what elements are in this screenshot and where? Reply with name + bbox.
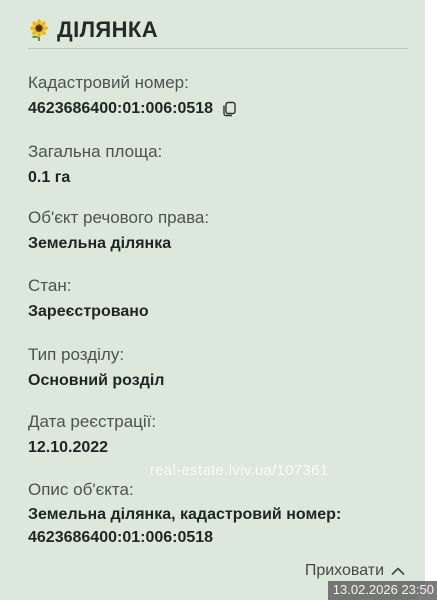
- hide-button-label: Приховати: [304, 562, 384, 579]
- cadastral-number-value: 4623686400:01:006:0518: [28, 100, 214, 117]
- field-value: Зареєстровано: [28, 303, 149, 320]
- timestamp: 13.02.2026 23:50: [327, 581, 437, 600]
- field-label: Тип розділу:: [28, 345, 125, 364]
- field-label: Опис об'єкта:: [28, 480, 134, 499]
- field-section-type: Тип розділу: Основний розділ: [28, 345, 408, 391]
- field-cadastral-number: Кадастровий номер: 4623686400:01:006:051…: [28, 73, 408, 119]
- field-value: 12.10.2022: [28, 439, 109, 456]
- field-total-area: Загальна площа: 0.1 га: [28, 142, 408, 188]
- field-object-description: Опис об'єкта: Земельна ділянка, кадастро…: [28, 480, 408, 549]
- chevron-up-icon: [391, 567, 405, 575]
- field-label: Кадастровий номер:: [28, 73, 189, 92]
- field-value: Основний розділ: [28, 372, 165, 389]
- field-label: Стан:: [28, 276, 72, 295]
- field-property-object: Об'єкт речового права: Земельна ділянка: [28, 208, 408, 254]
- field-value: 4623686400:01:006:0518: [28, 99, 408, 119]
- field-label: Загальна площа:: [28, 142, 163, 161]
- sunflower-icon: [30, 19, 48, 41]
- section-header: ДІЛЯНКА: [28, 14, 158, 46]
- field-status: Стан: Зареєстровано: [28, 276, 408, 322]
- parcel-card: ДІЛЯНКА Кадастровий номер: 4623686400:01…: [0, 0, 425, 600]
- header-divider: [28, 48, 408, 49]
- watermark: real-estate.lviv.ua/107361: [150, 462, 329, 479]
- field-label: Дата реєстрації:: [28, 412, 157, 431]
- hide-button[interactable]: Приховати: [305, 560, 405, 582]
- field-label: Об'єкт речового права:: [28, 208, 210, 227]
- copy-icon[interactable]: [221, 101, 237, 117]
- description-line: 4623686400:01:006:0518: [28, 529, 214, 546]
- field-registration-date: Дата реєстрації: 12.10.2022: [28, 412, 408, 458]
- section-title: ДІЛЯНКА: [57, 17, 159, 42]
- description-line: Земельна ділянка, кадастровий номер:: [28, 506, 342, 523]
- field-value: Земельна ділянка: [28, 235, 172, 252]
- field-value: 0.1 га: [28, 169, 71, 186]
- field-value: Земельна ділянка, кадастровий номер: 462…: [28, 503, 408, 549]
